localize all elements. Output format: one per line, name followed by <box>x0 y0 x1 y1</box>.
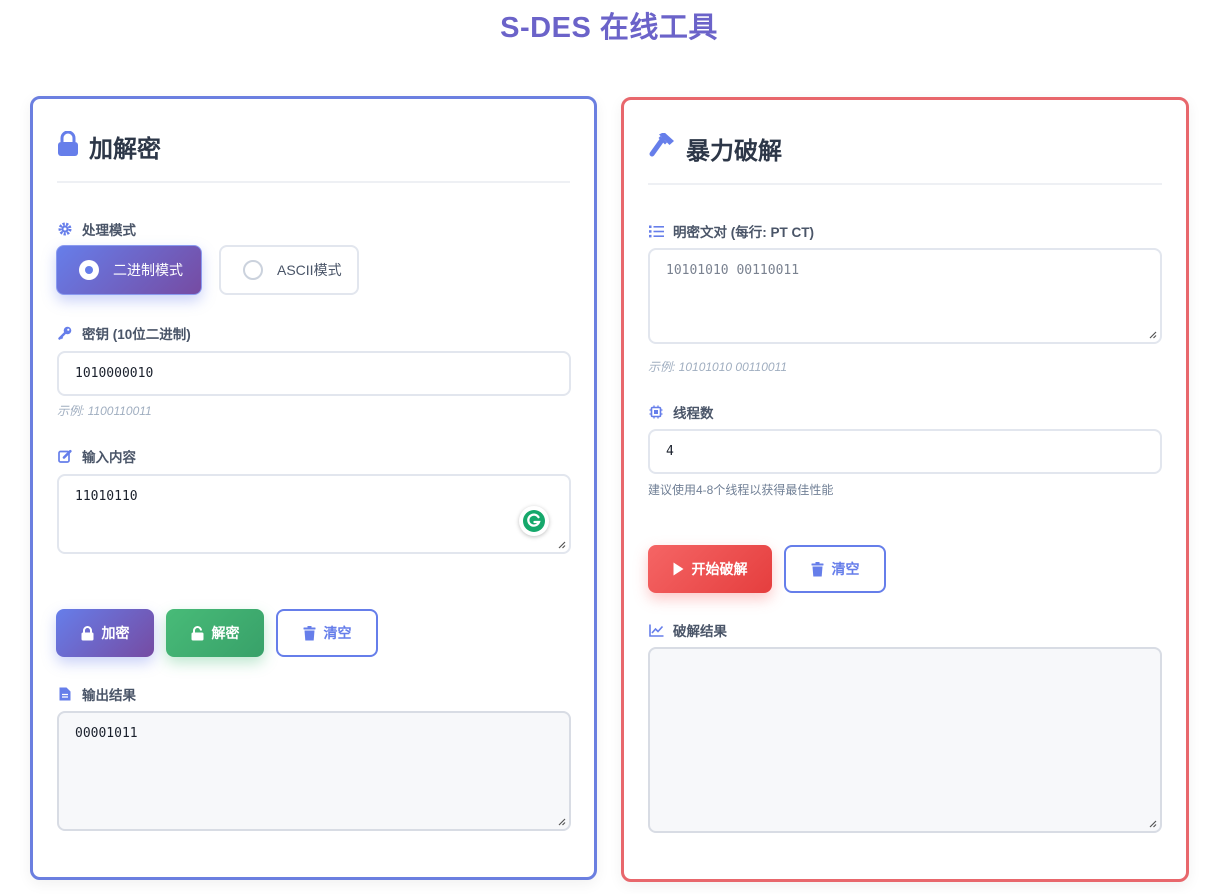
chart-line-icon <box>648 622 664 638</box>
trash-icon <box>811 561 824 577</box>
input-label-text: 输入内容 <box>82 450 136 465</box>
decrypt-button[interactable]: 解密 <box>166 609 264 657</box>
resize-handle-icon[interactable] <box>557 540 566 549</box>
threads-label-text: 线程数 <box>673 406 714 421</box>
brute-card-header: 暴力破解 <box>648 131 782 166</box>
start-crack-button[interactable]: 开始破解 <box>648 545 772 593</box>
clear-button-label: 清空 <box>323 625 352 641</box>
crypto-card: 加解密 处理模式 二进制模式 ASCII模式 密钥 (10位二进制) 10100… <box>30 96 597 880</box>
brute-card-title: 暴力破解 <box>686 138 782 165</box>
pairs-label-text: 明密文对 (每行: PT CT) <box>673 225 814 240</box>
threads-input-value: 4 <box>666 444 674 459</box>
key-input[interactable]: 1010000010 <box>57 351 571 396</box>
threads-hint: 建议使用4-8个线程以获得最佳性能 <box>648 483 834 497</box>
encrypt-button-label: 加密 <box>101 625 130 641</box>
start-crack-button-label: 开始破解 <box>691 561 748 577</box>
input-label: 输入内容 <box>57 446 136 466</box>
brute-clear-button-label: 清空 <box>831 561 860 577</box>
result-label: 破解结果 <box>648 620 727 640</box>
threads-input[interactable]: 4 <box>648 429 1162 474</box>
input-textarea-value: 11010110 <box>75 489 138 504</box>
radio-unselected-icon <box>243 260 263 280</box>
lock-icon <box>57 130 79 162</box>
unlock-icon <box>191 625 204 641</box>
result-textarea[interactable] <box>648 647 1162 833</box>
crypto-divider <box>57 181 570 183</box>
cpu-icon <box>648 404 664 420</box>
edit-icon <box>57 448 73 464</box>
output-textarea[interactable]: 00001011 <box>57 711 571 831</box>
mode-binary-radio[interactable]: 二进制模式 <box>56 245 202 295</box>
list-icon <box>648 223 664 239</box>
radio-selected-icon <box>79 260 99 280</box>
encrypt-button[interactable]: 加密 <box>56 609 154 657</box>
file-icon <box>57 686 73 702</box>
brute-force-card: 暴力破解 明密文对 (每行: PT CT) 10101010 00110011 … <box>621 97 1189 882</box>
key-icon <box>57 325 73 341</box>
lock-icon <box>81 625 94 641</box>
resize-handle-icon[interactable] <box>557 817 566 826</box>
input-textarea[interactable]: 11010110 <box>57 474 571 554</box>
key-label-text: 密钥 (10位二进制) <box>82 327 191 342</box>
brute-clear-button[interactable]: 清空 <box>784 545 886 593</box>
resize-handle-icon[interactable] <box>1148 819 1157 828</box>
key-label: 密钥 (10位二进制) <box>57 323 191 343</box>
crypto-card-header: 加解密 <box>57 129 161 164</box>
trash-icon <box>303 625 316 641</box>
output-textarea-value: 00001011 <box>75 726 138 741</box>
decrypt-button-label: 解密 <box>211 625 240 641</box>
pairs-hint: 示例: 10101010 00110011 <box>648 360 788 374</box>
output-label: 输出结果 <box>57 684 136 704</box>
page-title: S-DES 在线工具 <box>500 12 718 44</box>
clear-button[interactable]: 清空 <box>276 609 378 657</box>
mode-label: 处理模式 <box>57 219 136 239</box>
grammarly-icon[interactable] <box>519 506 549 536</box>
result-label-text: 破解结果 <box>673 624 727 639</box>
hammer-icon <box>648 132 676 164</box>
brute-divider <box>648 183 1162 185</box>
threads-label: 线程数 <box>648 402 714 422</box>
resize-handle-icon[interactable] <box>1148 330 1157 339</box>
pairs-label: 明密文对 (每行: PT CT) <box>648 221 814 241</box>
mode-ascii-label: ASCII模式 <box>277 262 342 278</box>
mode-label-text: 处理模式 <box>82 223 136 238</box>
pairs-placeholder: 10101010 00110011 <box>666 263 800 278</box>
mode-binary-label: 二进制模式 <box>113 262 183 278</box>
gear-icon <box>57 221 73 237</box>
key-hint: 示例: 1100110011 <box>57 404 152 418</box>
pairs-textarea[interactable]: 10101010 00110011 <box>648 248 1162 344</box>
output-label-text: 输出结果 <box>82 688 136 703</box>
play-icon <box>673 562 684 576</box>
key-input-value: 1010000010 <box>75 366 154 381</box>
crypto-card-title: 加解密 <box>89 136 161 163</box>
mode-ascii-radio[interactable]: ASCII模式 <box>219 245 359 295</box>
